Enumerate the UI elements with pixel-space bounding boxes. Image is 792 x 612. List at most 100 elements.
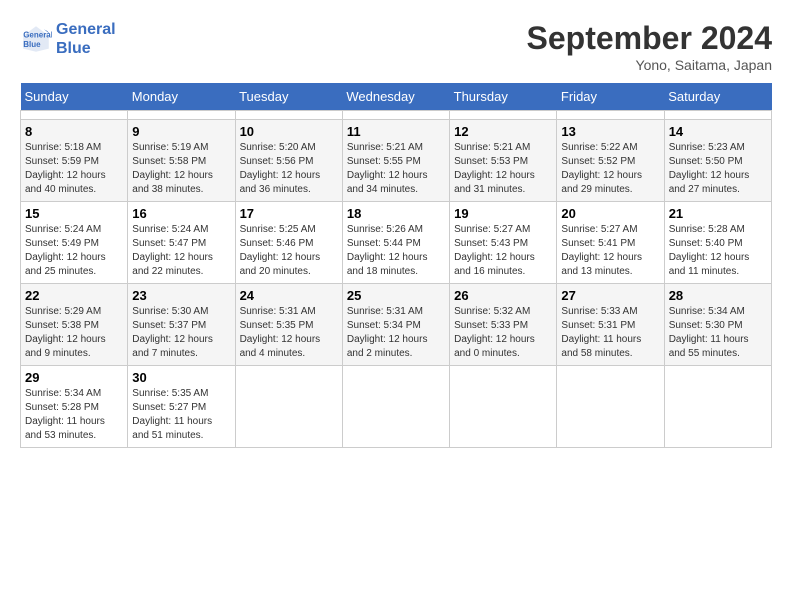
calendar-week-row: 8 Sunrise: 5:18 AMSunset: 5:59 PMDaylight…: [21, 120, 772, 202]
calendar-cell: 20 Sunrise: 5:27 AMSunset: 5:41 PMDayligh…: [557, 202, 664, 284]
calendar-cell: 11 Sunrise: 5:21 AMSunset: 5:55 PMDayligh…: [342, 120, 449, 202]
day-number: 13: [561, 124, 659, 139]
day-info: Sunrise: 5:22 AMSunset: 5:52 PMDaylight:…: [561, 141, 659, 197]
weekday-header-wednesday: Wednesday: [342, 83, 449, 111]
calendar-cell: 30Sunrise: 5:35 AMSunset: 5:27 PMDayligh…: [128, 366, 235, 448]
weekday-header-friday: Friday: [557, 83, 664, 111]
day-number: 29: [25, 370, 123, 385]
day-number: 23: [132, 288, 230, 303]
location-subtitle: Yono, Saitama, Japan: [527, 57, 772, 73]
day-number: 8: [25, 124, 123, 139]
day-number: 25: [347, 288, 445, 303]
calendar-cell: 23 Sunrise: 5:30 AMSunset: 5:37 PMDayligh…: [128, 284, 235, 366]
day-info: Sunrise: 5:26 AMSunset: 5:44 PMDaylight:…: [347, 223, 445, 279]
day-info: Sunrise: 5:31 AMSunset: 5:35 PMDaylight:…: [240, 305, 338, 361]
calendar-table: SundayMondayTuesdayWednesdayThursdayFrid…: [20, 83, 772, 448]
day-info: Sunrise: 5:34 AMSunset: 5:28 PMDaylight:…: [25, 387, 123, 443]
day-number: 21: [669, 206, 767, 221]
day-info: Sunrise: 5:27 AMSunset: 5:41 PMDaylight:…: [561, 223, 659, 279]
day-number: 9: [132, 124, 230, 139]
page-header: General Blue General Blue September 2024…: [20, 20, 772, 73]
calendar-cell: [664, 366, 771, 448]
day-number: 18: [347, 206, 445, 221]
day-number: 28: [669, 288, 767, 303]
day-info: Sunrise: 5:34 AMSunset: 5:30 PMDaylight:…: [669, 305, 767, 361]
day-number: 30: [132, 370, 230, 385]
calendar-cell: 24 Sunrise: 5:31 AMSunset: 5:35 PMDayligh…: [235, 284, 342, 366]
day-number: 19: [454, 206, 552, 221]
weekday-header-saturday: Saturday: [664, 83, 771, 111]
day-number: 15: [25, 206, 123, 221]
day-info: Sunrise: 5:19 AMSunset: 5:58 PMDaylight:…: [132, 141, 230, 197]
day-info: Sunrise: 5:30 AMSunset: 5:37 PMDaylight:…: [132, 305, 230, 361]
calendar-cell: [128, 111, 235, 120]
calendar-cell: 19 Sunrise: 5:27 AMSunset: 5:43 PMDayligh…: [450, 202, 557, 284]
title-block: September 2024 Yono, Saitama, Japan: [527, 20, 772, 73]
calendar-cell: 26 Sunrise: 5:32 AMSunset: 5:33 PMDayligh…: [450, 284, 557, 366]
svg-text:Blue: Blue: [23, 40, 41, 49]
logo: General Blue General Blue: [20, 20, 116, 58]
day-number: 11: [347, 124, 445, 139]
day-info: Sunrise: 5:28 AMSunset: 5:40 PMDaylight:…: [669, 223, 767, 279]
day-number: 26: [454, 288, 552, 303]
day-info: Sunrise: 5:29 AMSunset: 5:38 PMDaylight:…: [25, 305, 123, 361]
day-number: 24: [240, 288, 338, 303]
day-number: 14: [669, 124, 767, 139]
day-info: Sunrise: 5:33 AMSunset: 5:31 PMDaylight:…: [561, 305, 659, 361]
day-number: 20: [561, 206, 659, 221]
day-info: Sunrise: 5:21 AMSunset: 5:53 PMDaylight:…: [454, 141, 552, 197]
logo-text: General Blue: [56, 20, 116, 58]
weekday-header-sunday: Sunday: [21, 83, 128, 111]
day-info: Sunrise: 5:23 AMSunset: 5:50 PMDaylight:…: [669, 141, 767, 197]
weekday-header-thursday: Thursday: [450, 83, 557, 111]
day-number: 16: [132, 206, 230, 221]
calendar-week-row: [21, 111, 772, 120]
day-info: Sunrise: 5:21 AMSunset: 5:55 PMDaylight:…: [347, 141, 445, 197]
calendar-week-row: 15 Sunrise: 5:24 AMSunset: 5:49 PMDayligh…: [21, 202, 772, 284]
day-number: 22: [25, 288, 123, 303]
calendar-cell: 22 Sunrise: 5:29 AMSunset: 5:38 PMDayligh…: [21, 284, 128, 366]
calendar-week-row: 22 Sunrise: 5:29 AMSunset: 5:38 PMDayligh…: [21, 284, 772, 366]
calendar-cell: 13 Sunrise: 5:22 AMSunset: 5:52 PMDayligh…: [557, 120, 664, 202]
calendar-cell: [557, 111, 664, 120]
day-info: Sunrise: 5:32 AMSunset: 5:33 PMDaylight:…: [454, 305, 552, 361]
calendar-cell: 14 Sunrise: 5:23 AMSunset: 5:50 PMDayligh…: [664, 120, 771, 202]
logo-icon: General Blue: [20, 23, 52, 55]
day-number: 12: [454, 124, 552, 139]
calendar-cell: [450, 366, 557, 448]
day-info: Sunrise: 5:31 AMSunset: 5:34 PMDaylight:…: [347, 305, 445, 361]
day-info: Sunrise: 5:24 AMSunset: 5:49 PMDaylight:…: [25, 223, 123, 279]
month-title: September 2024: [527, 20, 772, 57]
calendar-cell: 25 Sunrise: 5:31 AMSunset: 5:34 PMDayligh…: [342, 284, 449, 366]
calendar-cell: 12 Sunrise: 5:21 AMSunset: 5:53 PMDayligh…: [450, 120, 557, 202]
calendar-cell: 8 Sunrise: 5:18 AMSunset: 5:59 PMDaylight…: [21, 120, 128, 202]
calendar-cell: [21, 111, 128, 120]
calendar-cell: 17 Sunrise: 5:25 AMSunset: 5:46 PMDayligh…: [235, 202, 342, 284]
calendar-cell: [557, 366, 664, 448]
calendar-cell: [235, 111, 342, 120]
calendar-cell: 15 Sunrise: 5:24 AMSunset: 5:49 PMDayligh…: [21, 202, 128, 284]
weekday-header-monday: Monday: [128, 83, 235, 111]
day-number: 17: [240, 206, 338, 221]
day-info: Sunrise: 5:18 AMSunset: 5:59 PMDaylight:…: [25, 141, 123, 197]
calendar-cell: 16 Sunrise: 5:24 AMSunset: 5:47 PMDayligh…: [128, 202, 235, 284]
calendar-cell: 18 Sunrise: 5:26 AMSunset: 5:44 PMDayligh…: [342, 202, 449, 284]
calendar-week-row: 29 Sunrise: 5:34 AMSunset: 5:28 PMDayligh…: [21, 366, 772, 448]
weekday-header-tuesday: Tuesday: [235, 83, 342, 111]
calendar-cell: 29 Sunrise: 5:34 AMSunset: 5:28 PMDayligh…: [21, 366, 128, 448]
calendar-cell: 10Sunrise: 5:20 AMSunset: 5:56 PMDayligh…: [235, 120, 342, 202]
day-info: Sunrise: 5:20 AMSunset: 5:56 PMDaylight:…: [240, 141, 338, 197]
calendar-cell: 9 Sunrise: 5:19 AMSunset: 5:58 PMDaylight…: [128, 120, 235, 202]
calendar-cell: 27 Sunrise: 5:33 AMSunset: 5:31 PMDayligh…: [557, 284, 664, 366]
calendar-cell: [342, 111, 449, 120]
calendar-cell: [342, 366, 449, 448]
calendar-cell: [450, 111, 557, 120]
day-info: Sunrise: 5:27 AMSunset: 5:43 PMDaylight:…: [454, 223, 552, 279]
calendar-cell: 28 Sunrise: 5:34 AMSunset: 5:30 PMDayligh…: [664, 284, 771, 366]
day-info: Sunrise: 5:25 AMSunset: 5:46 PMDaylight:…: [240, 223, 338, 279]
calendar-cell: 21 Sunrise: 5:28 AMSunset: 5:40 PMDayligh…: [664, 202, 771, 284]
day-number: 27: [561, 288, 659, 303]
calendar-cell: [664, 111, 771, 120]
calendar-cell: [235, 366, 342, 448]
day-info: Sunrise: 5:24 AMSunset: 5:47 PMDaylight:…: [132, 223, 230, 279]
